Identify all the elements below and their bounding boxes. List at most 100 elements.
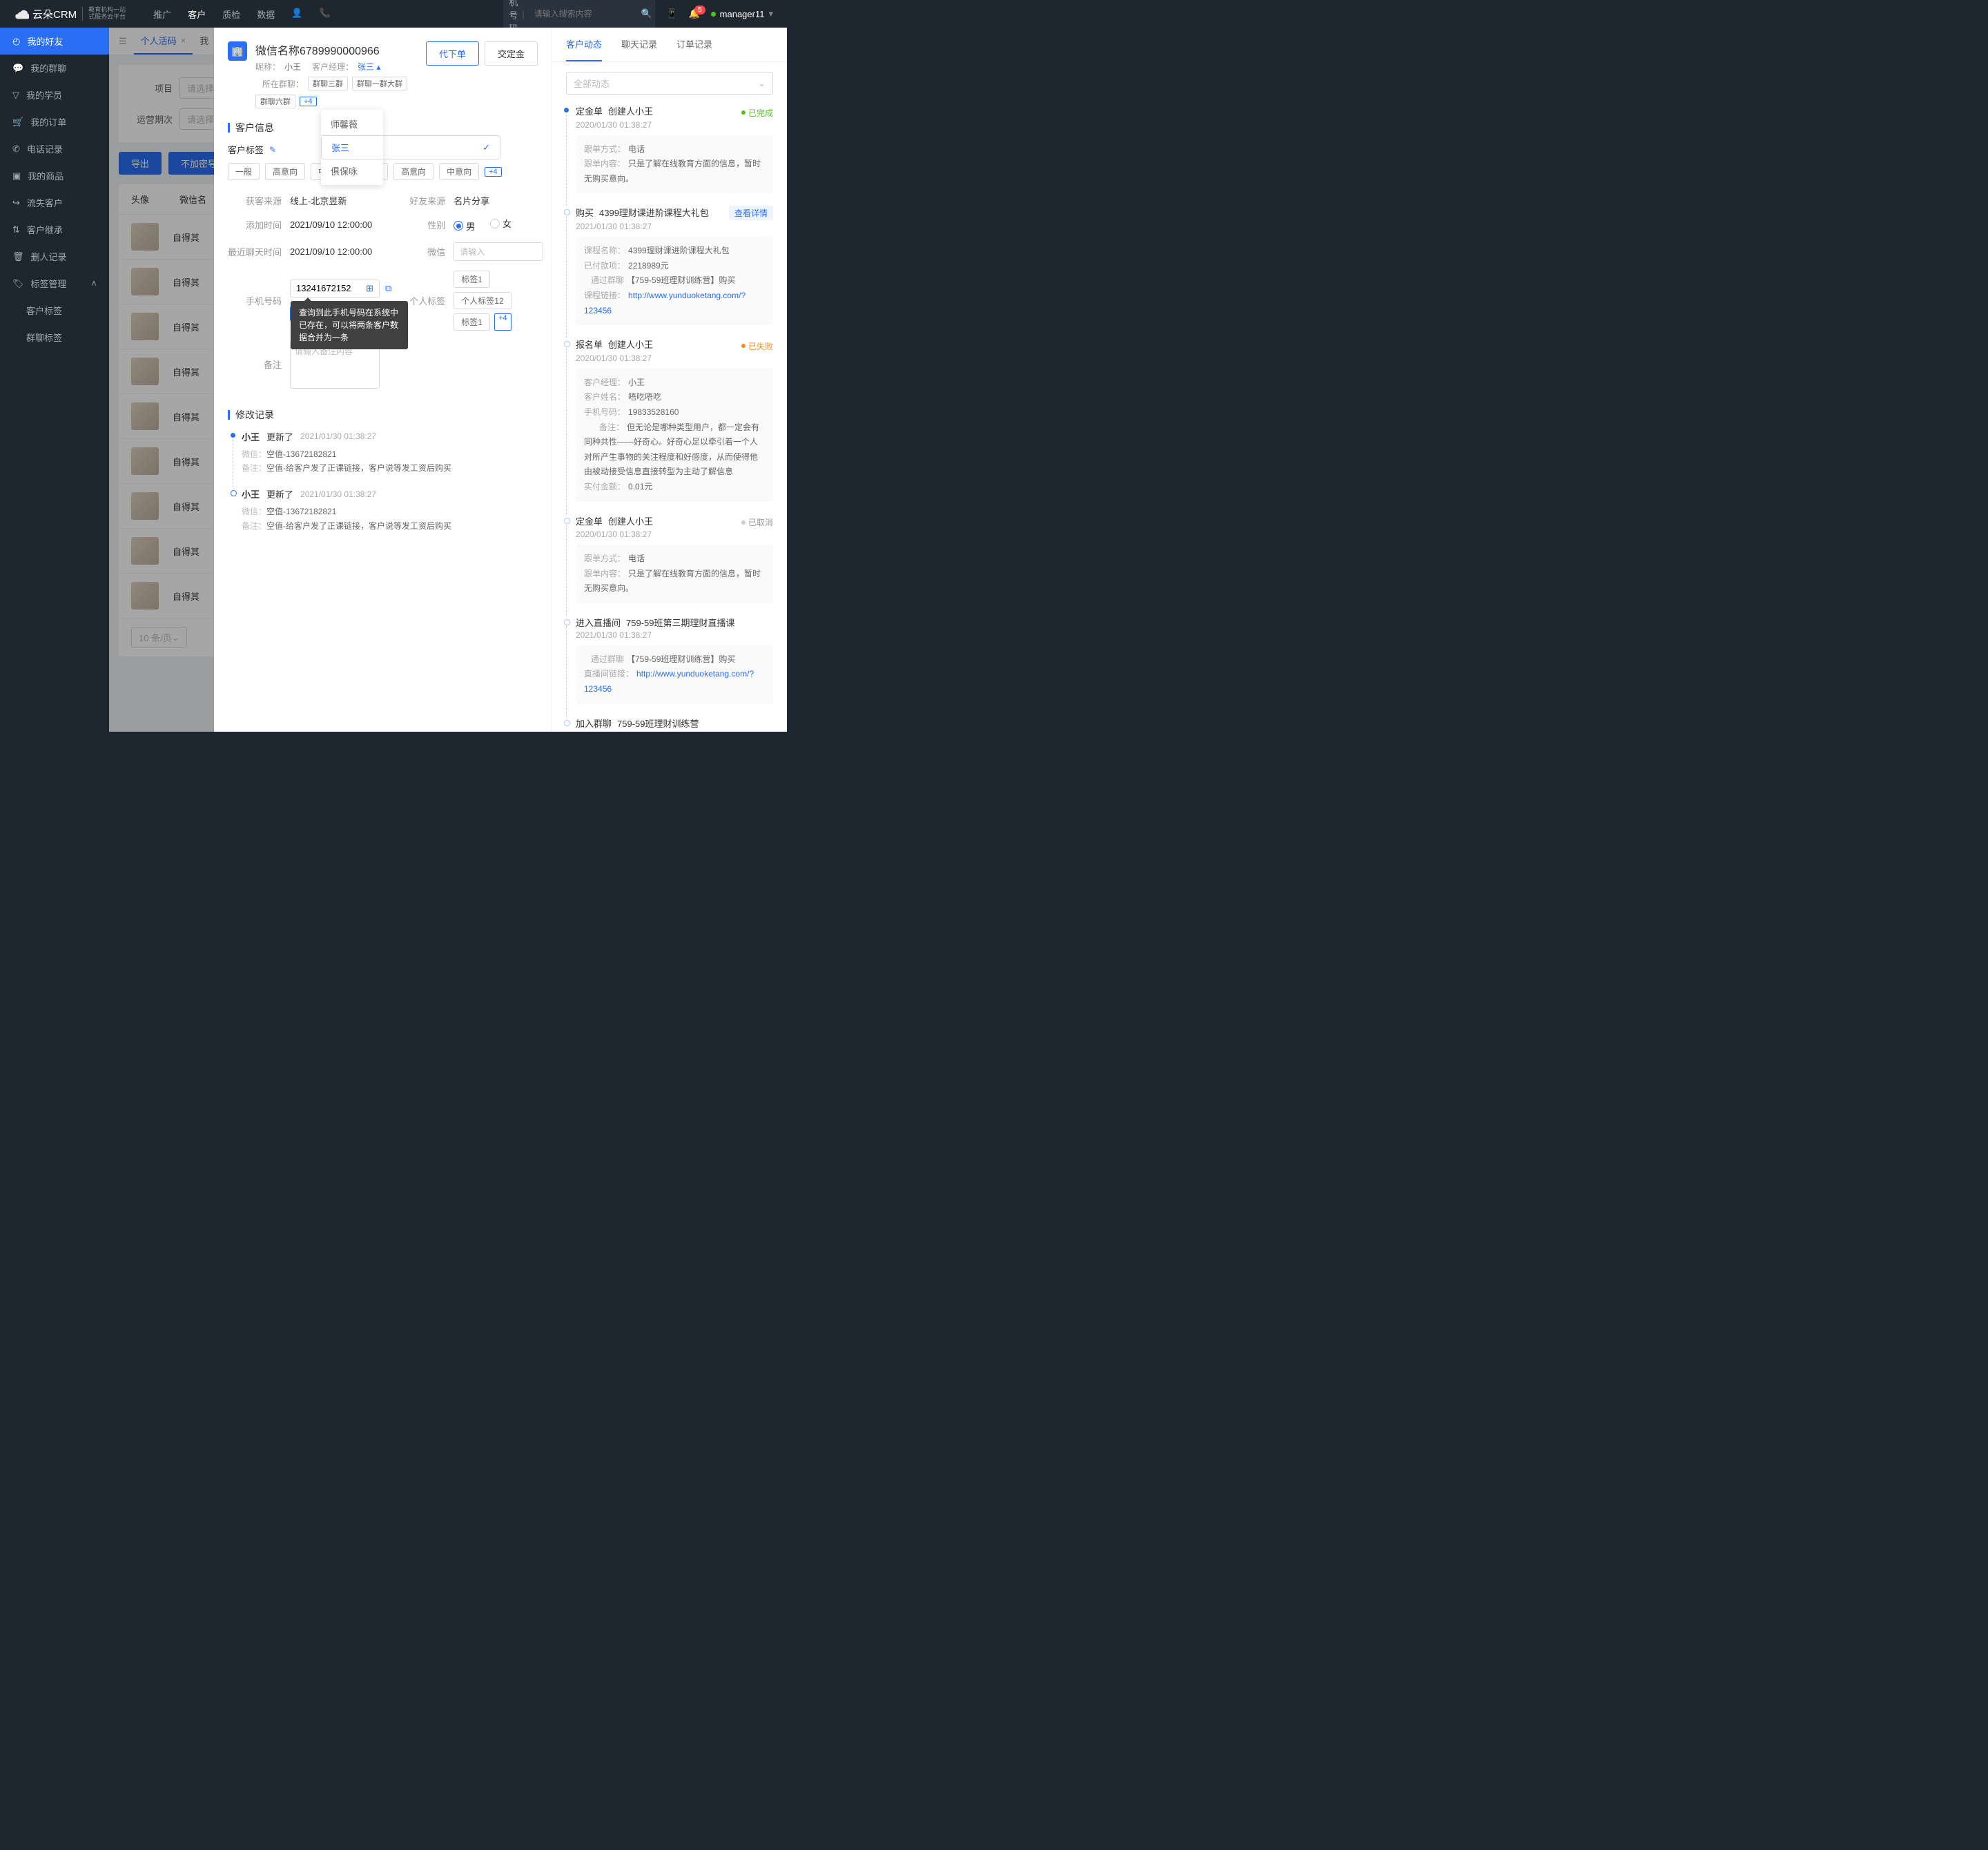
box-icon: ▣ [12,171,21,182]
mobile-icon[interactable]: 📱 [666,8,677,19]
topbar: 云朵CRM 教育机构一站式服务云平台 推广 客户 质检 数据 👤 📞 手机号码 … [0,0,787,28]
tab-chat-log[interactable]: 聊天记录 [621,28,657,61]
tag-chip[interactable]: 中意向 [439,163,479,180]
sidebar-tag-mgmt[interactable]: 🏷标签管理˄ [0,270,109,297]
phone-input[interactable]: ⊞ 查询到此手机号码在系统中已存在，可以将两条客户数据合并为一条 [290,280,380,298]
customer-drawer: 🏢 微信名称6789990000966 昵称：小王 客户经理：张三 ▴ 所在群聊… [214,28,787,732]
sidebar: ◴我的好友 💬我的群聊 ▽我的学员 🛒我的订单 ✆电话记录 ▣我的商品 ↪流失客… [0,28,109,732]
sidebar-call-log[interactable]: ✆电话记录 [0,135,109,162]
ptag-chip[interactable]: 标签1 [454,271,490,288]
main-content: ☰ 个人活码× 我 项目请选择⌄ 运营期次请选择⌄ 导出 不加密导出 头像微信名… [109,28,787,732]
top-nav: 推广 客户 质检 数据 👤 📞 [153,8,347,21]
project-label: 项目 [131,81,173,95]
avatar [131,223,159,251]
activity-item: 定金单 创建人小王已取消2020/01/30 01:38:27跟单方式：电话跟单… [552,514,787,603]
sidebar-my-products[interactable]: ▣我的商品 [0,162,109,189]
tab-activity[interactable]: 客户动态 [566,28,602,61]
tag-chip[interactable]: 高意向 [265,163,305,180]
wechat-input[interactable]: 请输入 [454,242,543,261]
phone-icon[interactable]: 📞 [319,8,330,21]
tab-personal-code[interactable]: 个人活码× [134,28,193,55]
tag-label: 客户标签 [228,143,264,156]
group-more[interactable]: +4 [300,97,317,106]
nav-qc[interactable]: 质检 [222,8,240,21]
group-chip[interactable]: 群聊六群 [255,95,295,108]
ptag-more[interactable]: +4 [494,313,511,331]
edit-tags-icon[interactable]: ✎ [269,145,276,155]
tag-chip[interactable]: 高意向 [393,163,433,180]
avatar [131,402,159,430]
gender-male-radio[interactable]: 男 [454,220,475,233]
bell-icon[interactable]: 🔔5 [688,8,699,19]
tab-me[interactable]: 我 [193,28,215,55]
user-icon[interactable]: 👤 [291,8,302,21]
ptag-chip[interactable]: 标签1 [454,313,490,331]
dropdown-option[interactable]: 师馨薇 [321,113,383,135]
modlog-item: 小王更新了2021/01/30 01:38:27微信：空值-1367218282… [228,430,538,476]
dropdown-option[interactable]: 俱保咏 [321,159,383,182]
phone-tooltip: 查询到此手机号码在系统中已存在，可以将两条客户数据合并为一条 [291,301,408,349]
gender-female-radio[interactable]: 女 [490,217,511,230]
tag-icon: 🏷 [12,278,24,289]
sidebar-my-students[interactable]: ▽我的学员 [0,81,109,108]
search-input[interactable] [534,9,641,19]
group-chip[interactable]: 群聊三群 [308,77,348,90]
manager-dropdown: 师馨薇 张三✓ 俱保咏 [321,110,383,185]
sidebar-group-tags[interactable]: 群聊标签 [0,324,109,351]
sidebar-delete-log[interactable]: 🗑删人记录 [0,243,109,270]
phone-icon: ✆ [12,144,20,155]
period-label: 运营期次 [131,113,173,126]
activity-item: 加入群聊 759-59班理财训练营2021/01/30 01:38:27入群方式… [552,717,787,732]
avatar [131,492,159,520]
place-order-button[interactable]: 代下单 [426,41,479,66]
chevron-up-icon: ˄ [91,278,97,289]
group-chip[interactable]: 群聊一群大群 [352,77,407,90]
activity-item: 报名单 创建人小王已失败2020/01/30 01:38:27客户经理：小王客户… [552,338,787,501]
check-icon: ✓ [483,142,490,153]
export-button[interactable]: 导出 [119,152,162,175]
modlog-item: 小王更新了2021/01/30 01:38:27微信：空值-1367218282… [228,487,538,533]
manager-dropdown-trigger[interactable]: 张三 ▴ [358,61,380,72]
activity-item: 定金单 创建人小王已完成2020/01/30 01:38:27跟单方式：电话跟单… [552,104,787,193]
tag-chip[interactable]: 一般 [228,163,260,180]
building-icon: 🏢 [228,41,247,61]
avatar [131,582,159,610]
user-menu[interactable]: manager11 ▾ [711,8,773,19]
nav-customer[interactable]: 客户 [188,8,206,21]
chevron-down-icon: ⌄ [758,78,766,89]
tab-order-log[interactable]: 订单记录 [676,28,712,61]
sidebar-customer-tags[interactable]: 客户标签 [0,297,109,324]
sidebar-my-orders[interactable]: 🛒我的订单 [0,108,109,135]
sidebar-my-friends[interactable]: ◴我的好友 [0,28,109,55]
sidebar-lost-customers[interactable]: ↪流失客户 [0,189,109,216]
nav-data[interactable]: 数据 [257,8,275,21]
nav-promotion[interactable]: 推广 [153,8,171,21]
activity-filter[interactable]: 全部动态⌄ [566,72,773,95]
sidebar-my-groups[interactable]: 💬我的群聊 [0,55,109,81]
filter-icon: ▽ [12,90,19,101]
tag-more[interactable]: +4 [485,167,502,177]
ptag-chip[interactable]: 个人标签12 [454,292,511,309]
copy-icon[interactable]: ⧉ [385,283,391,294]
clock-icon: ◴ [12,36,20,47]
dropdown-option[interactable]: 张三✓ [321,135,500,159]
search-icon[interactable]: 🔍 [641,8,652,19]
close-icon[interactable]: × [181,35,186,46]
page-size-select[interactable]: 10 条/页⌄ [131,627,187,648]
mod-log-title: 修改记录 [228,408,538,422]
avatar [131,268,159,295]
deposit-button[interactable]: 交定金 [485,41,538,66]
drawer-title: 微信名称6789990000966 [255,41,418,58]
avatar [131,537,159,565]
sidebar-customer-inherit[interactable]: ⇅客户继承 [0,216,109,243]
avatar [131,358,159,385]
activity-item: 购买 4399理财课进阶课程大礼包查看详情2021/01/30 01:38:27… [552,206,787,325]
menu-icon[interactable]: ☰ [119,36,127,47]
exit-icon: ↪ [12,197,20,208]
activity-item: 进入直播间 759-59班第三期理财直播课2021/01/30 01:38:27… [552,616,787,704]
chat-icon: 💬 [12,63,23,74]
avatar [131,447,159,475]
delete-icon: 🗑 [12,251,24,262]
view-detail-link[interactable]: 查看详情 [729,206,773,220]
verify-icon[interactable]: ⊞ [366,283,373,294]
